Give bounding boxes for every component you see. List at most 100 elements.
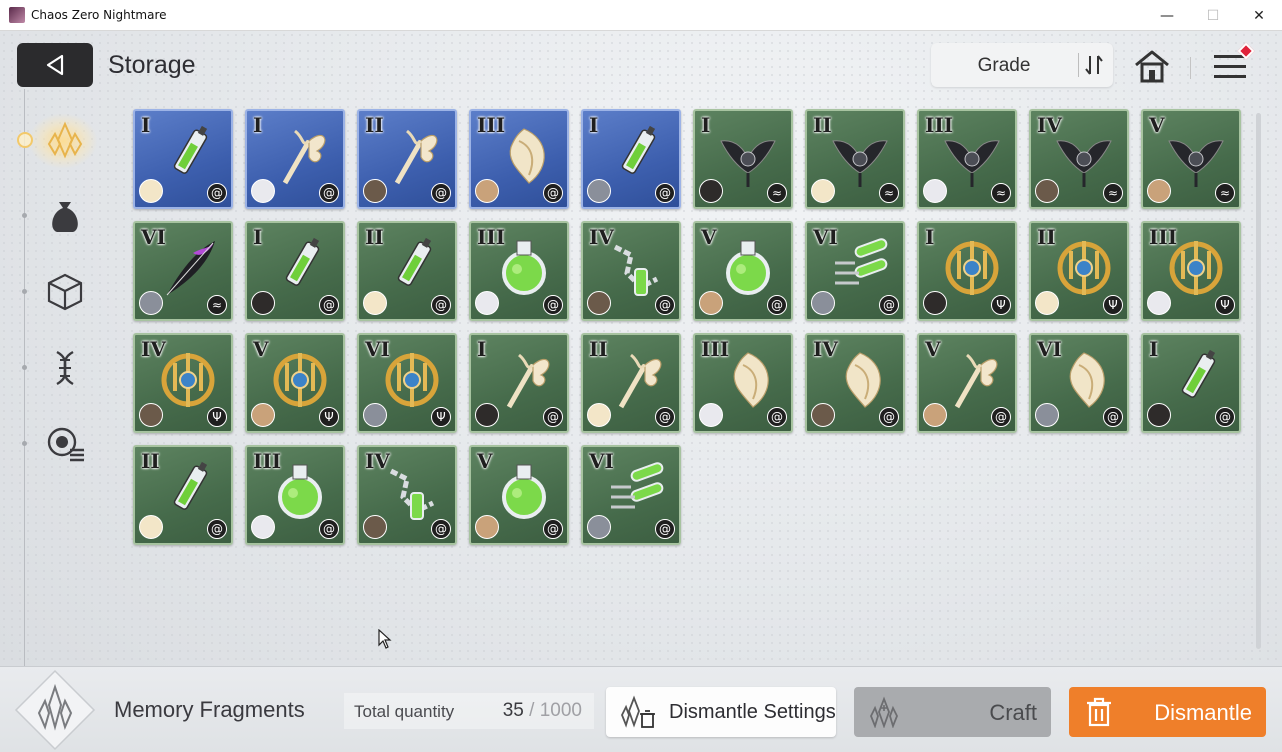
trash-icon (1087, 697, 1111, 727)
rail-line (24, 89, 25, 669)
back-button[interactable] (17, 43, 93, 87)
owner-avatar (587, 515, 611, 539)
item-card[interactable]: VI Ψ (357, 333, 457, 433)
sort-order-icon[interactable] (1081, 53, 1107, 77)
trident-type-icon: Ψ (319, 407, 339, 427)
item-card[interactable]: III @ (469, 221, 569, 321)
item-card[interactable]: IV Ψ (133, 333, 233, 433)
item-card[interactable]: IV @ (805, 333, 905, 433)
item-card[interactable]: VI @ (805, 221, 905, 321)
quantity-label: Total quantity (354, 702, 455, 721)
staff-item-icon (954, 353, 998, 409)
flask-item-icon (502, 464, 546, 519)
syringe-item-icon (285, 237, 320, 286)
item-card[interactable]: I @ (1141, 333, 1241, 433)
spiral-type-icon: @ (431, 183, 451, 203)
maximize-button[interactable]: ☐ (1190, 0, 1236, 31)
craft-button[interactable]: Craft (854, 687, 1051, 737)
rail-dot (22, 213, 27, 218)
back-arrow-icon (46, 54, 64, 76)
item-card[interactable]: I @ (245, 109, 345, 209)
spiral-type-icon: @ (207, 183, 227, 203)
item-card[interactable]: V @ (917, 333, 1017, 433)
item-card[interactable]: II @ (357, 221, 457, 321)
rail-tab-dna[interactable] (40, 343, 90, 393)
home-icon[interactable] (1132, 47, 1172, 85)
wing-type-icon: ≈ (767, 183, 787, 203)
sort-label: Grade (977, 55, 1031, 76)
item-card[interactable]: I @ (469, 333, 569, 433)
owner-avatar (139, 403, 163, 427)
spiral-type-icon: @ (543, 407, 563, 427)
owner-avatar (811, 291, 835, 315)
item-card[interactable]: II @ (357, 109, 457, 209)
dismantle-settings-button[interactable]: Dismantle Settings (606, 687, 836, 737)
item-card[interactable]: I @ (245, 221, 345, 321)
item-card[interactable]: VI @ (1029, 333, 1129, 433)
syringe-item-icon (621, 125, 656, 174)
syringe-item-icon (1181, 349, 1216, 398)
wing-type-icon: ≈ (1103, 183, 1123, 203)
item-card[interactable]: V @ (469, 445, 569, 545)
item-card[interactable]: VI ≈ (133, 221, 233, 321)
chain-item-icon (613, 244, 659, 296)
rail-dot (22, 365, 27, 370)
owner-avatar (811, 179, 835, 203)
item-card[interactable]: III Ψ (1141, 221, 1241, 321)
item-card[interactable]: IV @ (581, 221, 681, 321)
spiral-type-icon: @ (655, 519, 675, 539)
spiral-type-icon: @ (543, 183, 563, 203)
gold-item-icon (945, 241, 999, 295)
item-card[interactable]: II @ (581, 333, 681, 433)
fragment-name: Memory Fragments (114, 697, 305, 722)
rail-tab-pouch[interactable] (40, 191, 90, 241)
item-card[interactable]: V @ (693, 221, 793, 321)
sort-divider (1078, 53, 1079, 77)
item-card[interactable]: III ≈ (917, 109, 1017, 209)
dark-item-icon (720, 140, 776, 187)
dismantle-button[interactable]: Dismantle (1069, 687, 1266, 737)
item-card[interactable]: I ≈ (693, 109, 793, 209)
item-card[interactable]: IΨ (917, 221, 1017, 321)
item-card[interactable]: IV @ (357, 445, 457, 545)
item-card[interactable]: VΨ (245, 333, 345, 433)
item-grade: I (589, 113, 599, 137)
rail-tab-memory-fragments[interactable] (40, 115, 90, 165)
item-grade: I (253, 113, 263, 137)
rail-dot (22, 289, 27, 294)
close-button[interactable]: ✕ (1236, 0, 1282, 31)
syringe-item-icon (173, 461, 208, 510)
pouch-icon (52, 202, 78, 232)
quantity-box: Total quantity 35 / 1000 (344, 693, 594, 729)
dark-item-icon (832, 140, 888, 187)
minimize-button[interactable]: — (1144, 0, 1190, 31)
owner-avatar (251, 403, 275, 427)
item-card[interactable]: IV ≈ (1029, 109, 1129, 209)
item-card[interactable]: V ≈ (1141, 109, 1241, 209)
sort-grade-button[interactable]: Grade (931, 43, 1113, 87)
page-title: Storage (108, 51, 196, 79)
item-card[interactable]: III @ (469, 109, 569, 209)
owner-avatar (139, 515, 163, 539)
trident-type-icon: Ψ (431, 407, 451, 427)
owner-avatar (923, 179, 947, 203)
item-card[interactable]: II Ψ (1029, 221, 1129, 321)
item-card[interactable]: I @ (133, 109, 233, 209)
rail-tab-records[interactable] (40, 419, 90, 469)
tubes-item-icon (611, 462, 664, 509)
item-card[interactable]: III @ (693, 333, 793, 433)
owner-avatar (1147, 291, 1171, 315)
item-card[interactable]: VI @ (581, 445, 681, 545)
owner-avatar (699, 179, 723, 203)
quantity-separator: / (523, 700, 540, 721)
item-card[interactable]: III @ (245, 445, 345, 545)
rail-active-indicator (17, 132, 33, 148)
item-card[interactable]: II ≈ (805, 109, 905, 209)
owner-avatar (139, 179, 163, 203)
item-card[interactable]: II @ (133, 445, 233, 545)
item-card[interactable]: I @ (581, 109, 681, 209)
spiral-type-icon: @ (1103, 407, 1123, 427)
trident-type-icon: Ψ (1215, 295, 1235, 315)
grid-scrollbar[interactable] (1256, 113, 1261, 649)
rail-tab-cube[interactable] (40, 267, 90, 317)
